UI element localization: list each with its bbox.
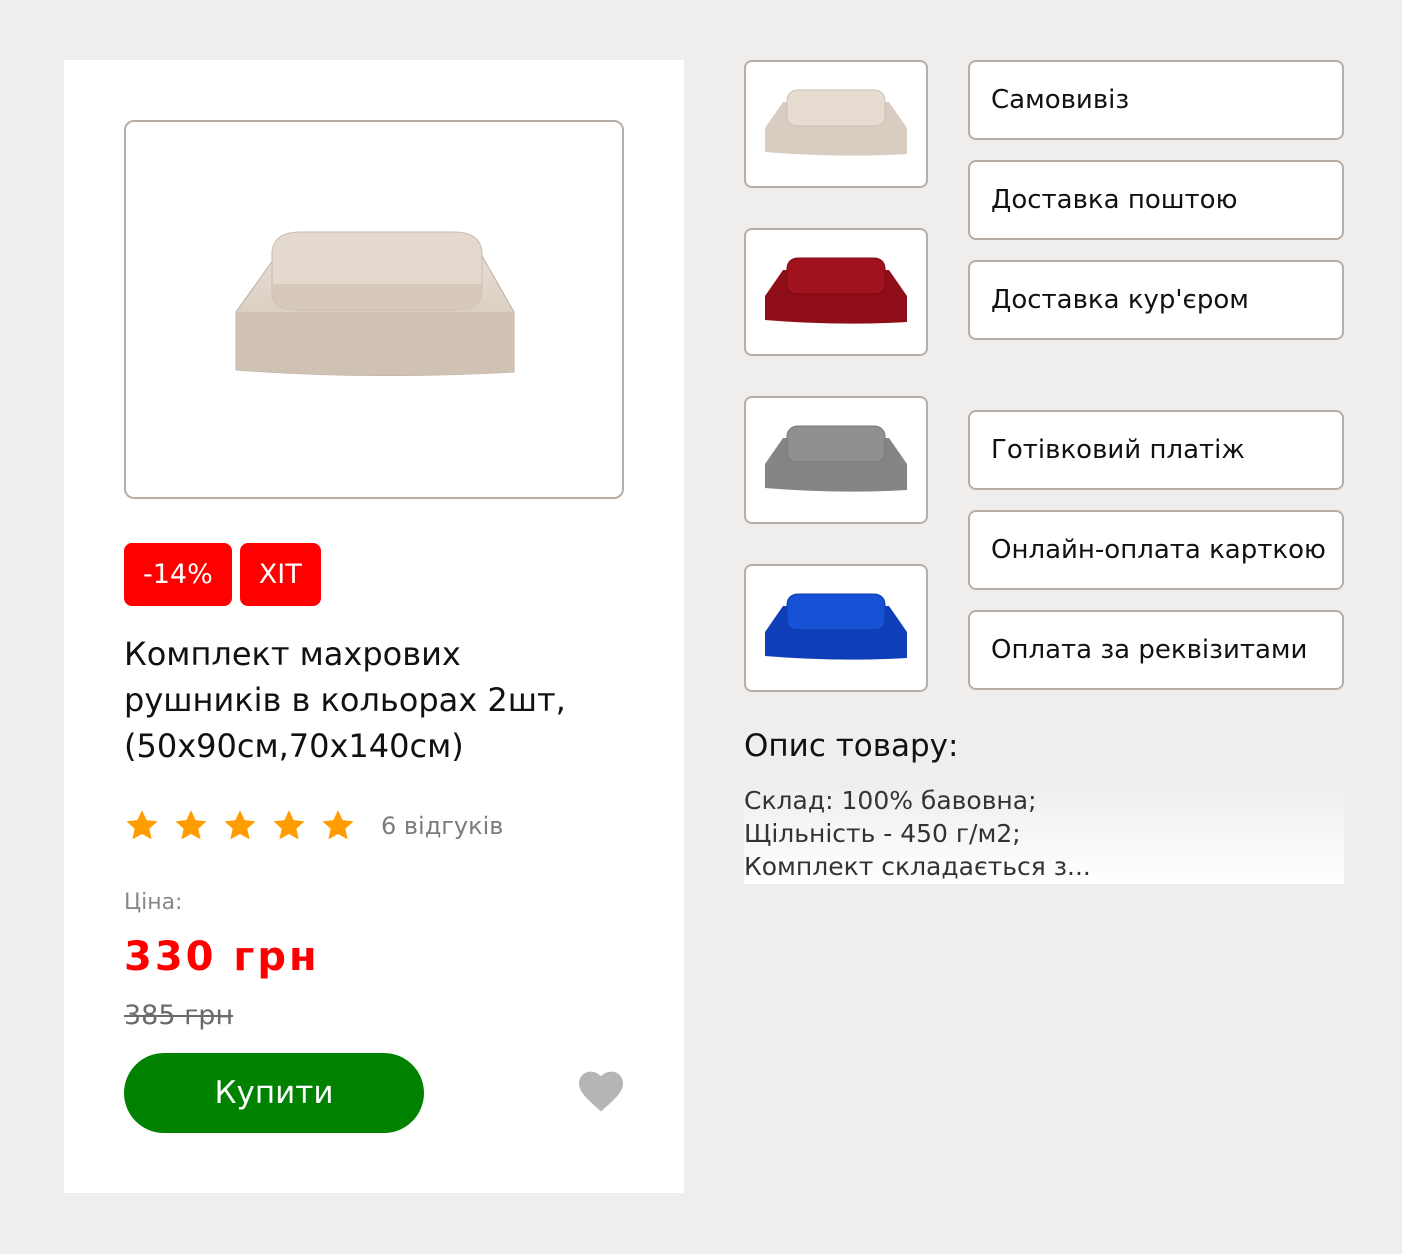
delivery-post[interactable]: Доставка поштою bbox=[968, 160, 1344, 240]
thumbnail-beige[interactable] bbox=[744, 60, 928, 188]
payment-card-online[interactable]: Онлайн-оплата карткою bbox=[968, 510, 1344, 590]
heart-icon[interactable] bbox=[577, 1068, 625, 1114]
gray-towel-icon bbox=[765, 425, 907, 492]
badges: -14% ХІТ bbox=[124, 543, 321, 606]
description-text[interactable]: Склад: 100% бавовна; Щільність - 450 г/м… bbox=[744, 784, 1344, 884]
star-icon bbox=[175, 810, 207, 840]
beige-towel-icon bbox=[765, 89, 907, 156]
star-icon bbox=[322, 810, 354, 840]
current-price: 330 грн bbox=[124, 934, 320, 980]
description-line: Склад: 100% бавовна; bbox=[744, 786, 1037, 815]
product-card: -14% ХІТ Комплект махрових рушників в ко… bbox=[64, 60, 684, 1193]
red-towel-icon bbox=[765, 257, 907, 324]
product-title[interactable]: Комплект махрових рушників в кольорах 2ш… bbox=[124, 631, 624, 769]
payment-cash[interactable]: Готівковий платіж bbox=[968, 410, 1344, 490]
hit-badge: ХІТ bbox=[239, 543, 321, 606]
old-price: 385 грн bbox=[124, 1000, 234, 1031]
price-label: Ціна: bbox=[124, 890, 183, 915]
thumbnail-blue[interactable] bbox=[744, 564, 928, 692]
reviews-link[interactable]: 6 відгуків bbox=[381, 812, 503, 840]
rating[interactable]: 6 відгуків bbox=[124, 808, 503, 844]
description-line: Щільність - 450 г/м2; bbox=[744, 819, 1021, 848]
towel-image bbox=[235, 231, 515, 376]
star-icon bbox=[273, 810, 305, 840]
blue-towel-icon bbox=[765, 593, 907, 660]
page: -14% ХІТ Комплект махрових рушників в ко… bbox=[0, 0, 1402, 1254]
product-main-image[interactable] bbox=[124, 120, 624, 499]
payment-bank-details[interactable]: Оплата за реквізитами bbox=[968, 610, 1344, 690]
delivery-pickup[interactable]: Самовивіз bbox=[968, 60, 1344, 140]
thumbnail-red[interactable] bbox=[744, 228, 928, 356]
description-line: Комплект складається з... bbox=[744, 852, 1091, 881]
description-title: Опис товару: bbox=[744, 728, 959, 764]
delivery-courier[interactable]: Доставка кур'єром bbox=[968, 260, 1344, 340]
buy-button[interactable]: Купити bbox=[124, 1053, 424, 1133]
discount-badge: -14% bbox=[124, 543, 232, 606]
star-icon bbox=[224, 810, 256, 840]
thumbnail-gray[interactable] bbox=[744, 396, 928, 524]
star-icon bbox=[126, 810, 158, 840]
